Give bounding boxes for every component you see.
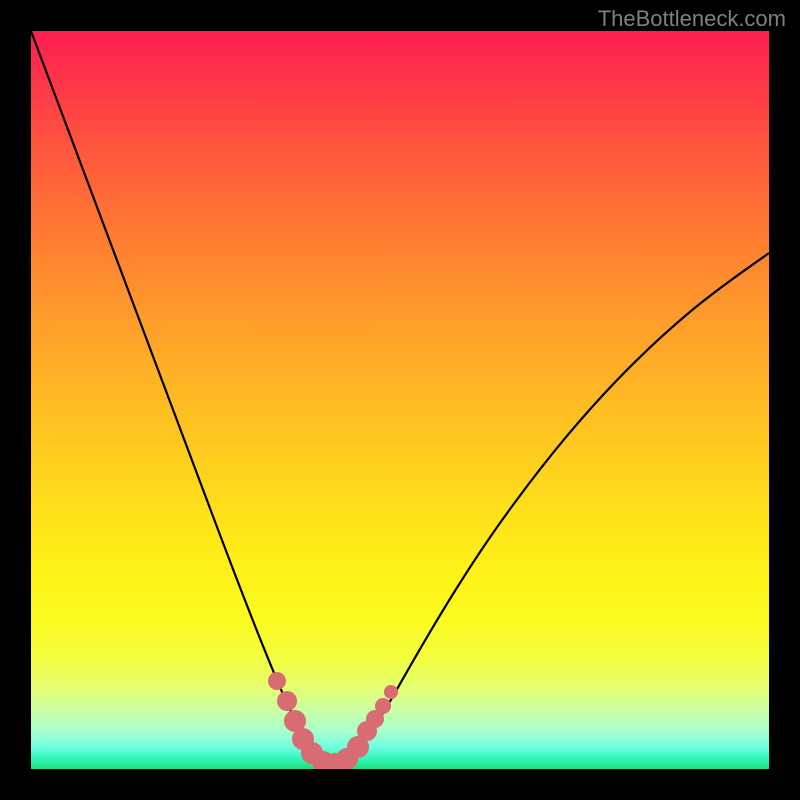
bottleneck-curve xyxy=(31,31,769,766)
plot-area xyxy=(31,31,769,769)
chart-frame: TheBottleneck.com xyxy=(0,0,800,800)
curve-svg xyxy=(31,31,769,769)
watermark-text: TheBottleneck.com xyxy=(598,6,786,32)
highlight-dots xyxy=(268,672,398,769)
